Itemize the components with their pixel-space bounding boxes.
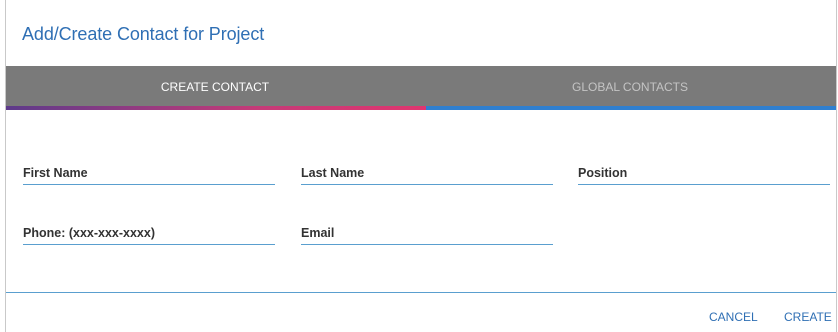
position-input[interactable]: [578, 162, 830, 184]
tab-create-contact[interactable]: CREATE CONTACT: [6, 66, 424, 108]
add-contact-dialog: Add/Create Contact for Project CREATE CO…: [5, 0, 837, 332]
tab-global-contacts[interactable]: GLOBAL CONTACTS: [424, 66, 836, 108]
position-field: [578, 162, 830, 185]
email-field: [301, 222, 553, 245]
dialog-title: Add/Create Contact for Project: [22, 24, 265, 44]
tab-bar: CREATE CONTACT GLOBAL CONTACTS: [6, 66, 836, 108]
phone-input[interactable]: [23, 222, 275, 244]
active-tab-indicator: [6, 106, 426, 110]
phone-field: [23, 222, 275, 245]
cancel-button[interactable]: CANCEL: [709, 310, 758, 324]
footer-divider: [6, 292, 836, 293]
last-name-input[interactable]: [301, 162, 553, 184]
last-name-field: [301, 162, 553, 185]
tab-indicator: [6, 106, 836, 110]
create-button[interactable]: CREATE: [784, 310, 832, 324]
first-name-input[interactable]: [23, 162, 275, 184]
first-name-field: [23, 162, 275, 185]
email-input[interactable]: [301, 222, 553, 244]
